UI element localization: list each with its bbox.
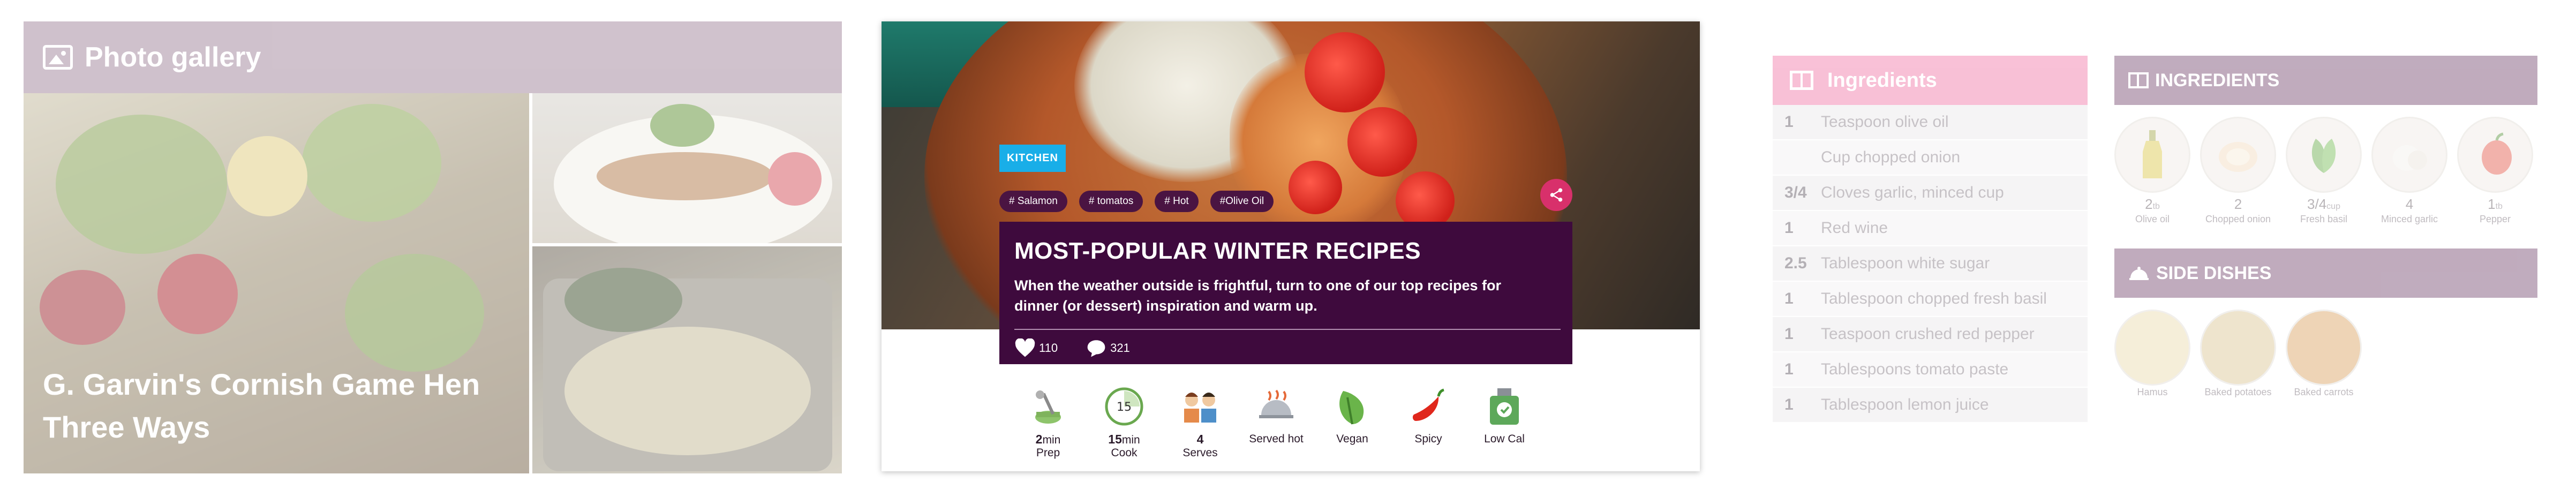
side-dish-baked-carrots[interactable]: Baked carrots <box>2286 310 2362 398</box>
list-item: 1 Tablespoons tomato paste <box>1773 352 2088 388</box>
mixer-icon <box>1027 386 1069 427</box>
engagement-stats: 110 321 <box>1014 338 1557 358</box>
ingredient-thumbnails: 2tb Olive oil 2 Chopped onion 3/4cup Fre… <box>2114 105 2537 225</box>
book-icon <box>2128 72 2149 88</box>
ingredient-thumb-basil[interactable]: 3/4cup Fresh basil <box>2286 117 2362 225</box>
recipe-title[interactable]: MOST-POPULAR WINTER RECIPES <box>1014 238 1557 265</box>
recipe-description: When the weather outside is frightful, t… <box>1014 277 1502 314</box>
gallery-header: Photo gallery <box>24 21 842 93</box>
ingredients-header: Ingredients <box>1773 56 2088 105</box>
gallery-main-photo[interactable]: G. Garvin's Cornish Game Hen Three Ways <box>24 93 529 473</box>
meta-prep: 2min Prep <box>1010 386 1086 460</box>
list-item: 2.5 Tablespoon white sugar <box>1773 246 2088 282</box>
dish-icon <box>2129 267 2149 280</box>
ingredients-title: Ingredients <box>1827 69 1937 92</box>
comments-button[interactable]: 321 <box>1086 338 1144 358</box>
share-icon <box>1550 188 1563 202</box>
baked-potatoes-image <box>2200 310 2276 386</box>
category-badge[interactable]: KITCHEN <box>999 145 1066 172</box>
ingredient-thumb-garlic[interactable]: 4 Minced garlic <box>2371 117 2447 225</box>
basil-icon <box>2286 117 2362 193</box>
meta-low-cal: Low Cal <box>1466 386 1542 460</box>
recipe-meta-bar: 2min Prep 15 15min Cook 4 Serves Served hot… <box>1010 386 1542 460</box>
scale-icon <box>1483 386 1525 427</box>
divider <box>1014 329 1561 330</box>
ingredients-list: Ingredients 1 Teaspoon olive oil Cup chop… <box>1773 56 2088 423</box>
ingredients-visual-column: INGREDIENTS 2tb Olive oil 2 Chopped onio… <box>2114 56 2537 398</box>
gallery-caption: G. Garvin's Cornish Game Hen Three Ways <box>43 367 480 444</box>
recipe-card: KITCHEN # Salamon # tomatos # Hot #Olive… <box>882 21 1700 471</box>
gallery-grid: G. Garvin's Cornish Game Hen Three Ways <box>24 93 842 473</box>
list-item: 1 Tablespoon lemon juice <box>1773 388 2088 423</box>
comment-icon <box>1087 340 1105 357</box>
recipe-info-panel: MOST-POPULAR WINTER RECIPES When the wea… <box>999 222 1572 364</box>
list-item: 1 Teaspoon olive oil <box>1773 105 2088 140</box>
list-item: 3/4 Cloves garlic, minced cup <box>1773 176 2088 211</box>
side-dish-hamus[interactable]: Hamus <box>2114 310 2190 398</box>
list-item: Cup chopped onion <box>1773 140 2088 176</box>
chili-icon <box>1407 386 1449 427</box>
meta-serves: 4 Serves <box>1162 386 1238 460</box>
photo-gallery-panel: Photo gallery G. Garvin's Cornish Game H… <box>24 21 842 473</box>
people-icon <box>1179 386 1221 427</box>
cloche-icon <box>1255 386 1297 427</box>
pepper-icon <box>2457 117 2533 193</box>
meta-spicy: Spicy <box>1390 386 1466 460</box>
list-item: 1 Red wine <box>1773 211 2088 246</box>
garlic-icon <box>2371 117 2447 193</box>
ingredients-panel: Ingredients 1 Teaspoon olive oil Cup chop… <box>1746 21 2539 473</box>
ingredients-visual-title: INGREDIENTS <box>2155 70 2280 91</box>
meta-vegan: Vegan <box>1314 386 1390 460</box>
svg-text:15: 15 <box>1117 401 1132 414</box>
baked-carrots-image <box>2286 310 2362 386</box>
gallery-photo-tray[interactable] <box>532 246 842 473</box>
tag-list: # Salamon # tomatos # Hot #Olive Oil <box>999 191 1274 212</box>
tag-chip[interactable]: # Hot <box>1155 191 1199 212</box>
ingredients-visual-header: INGREDIENTS <box>2114 56 2537 105</box>
timer-icon: 15 <box>1103 386 1145 427</box>
onion-icon <box>2200 117 2276 193</box>
like-button[interactable]: 110 <box>1014 338 1072 358</box>
leaf-icon <box>1331 386 1373 427</box>
list-item: 1 Teaspoon crushed red pepper <box>1773 317 2088 352</box>
tag-chip[interactable]: # Salamon <box>999 191 1067 212</box>
share-button[interactable] <box>1540 179 1572 211</box>
side-dish-thumbnails: Hamus Baked potatoes Baked carrots <box>2114 298 2537 398</box>
meta-served-hot: Served hot <box>1238 386 1314 460</box>
meta-cook: 15 15min Cook <box>1086 386 1162 460</box>
side-dishes-title: SIDE DISHES <box>2156 262 2272 283</box>
book-icon <box>1790 71 1813 90</box>
ingredient-thumb-pepper[interactable]: 1tb Pepper <box>2457 117 2533 225</box>
ingredient-rows: 1 Teaspoon olive oil Cup chopped onion 3/… <box>1773 105 2088 423</box>
tag-chip[interactable]: # tomatos <box>1079 191 1143 212</box>
list-item: 1 Tablespoon chopped fresh basil <box>1773 282 2088 317</box>
likes-count: 110 <box>1039 341 1058 355</box>
ingredient-thumb-onion[interactable]: 2 Chopped onion <box>2200 117 2276 225</box>
heart-icon <box>1015 338 1035 357</box>
olive-oil-icon <box>2114 117 2190 193</box>
hamus-image <box>2114 310 2190 386</box>
ingredient-thumb-olive-oil[interactable]: 2tb Olive oil <box>2114 117 2190 225</box>
side-dish-baked-potatoes[interactable]: Baked potatoes <box>2200 310 2276 398</box>
gallery-photo-fish[interactable] <box>532 93 842 243</box>
comments-count: 321 <box>1110 341 1130 355</box>
gallery-title: Photo gallery <box>85 42 261 73</box>
side-dishes-header: SIDE DISHES <box>2114 248 2537 298</box>
image-icon <box>43 45 73 70</box>
tag-chip[interactable]: #Olive Oil <box>1210 191 1274 212</box>
